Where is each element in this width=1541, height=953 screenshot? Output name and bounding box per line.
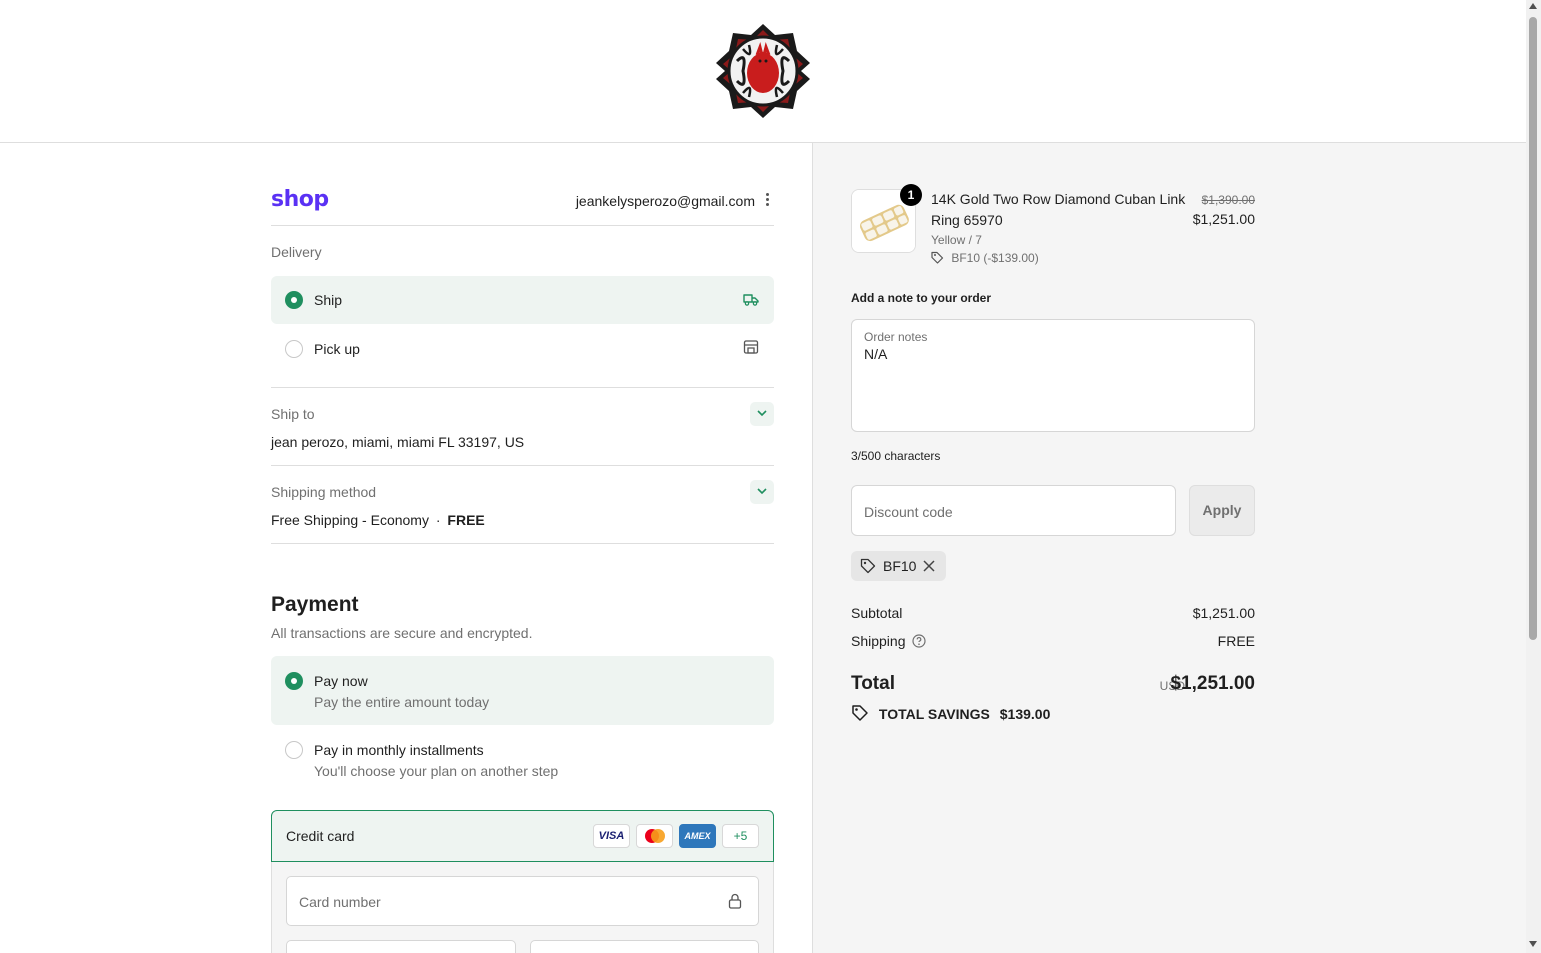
pay-now-radio[interactable] bbox=[285, 672, 303, 690]
product-discount: BF10 (-$139.00) bbox=[931, 251, 1039, 265]
pay-now-description: Pay the entire amount today bbox=[314, 694, 490, 710]
tag-icon bbox=[931, 251, 944, 264]
account-email: jeankelysperozo@gmail.com bbox=[575, 193, 755, 209]
total-savings-label: TOTAL SAVINGS bbox=[878, 706, 990, 722]
quantity-badge: 1 bbox=[900, 184, 922, 206]
total-savings: TOTAL SAVINGS $139.00 bbox=[851, 704, 1050, 722]
pickup-label: Pick up bbox=[314, 341, 360, 357]
divider bbox=[271, 225, 774, 226]
chevron-down-icon bbox=[757, 410, 767, 417]
installments-description: You'll choose your plan on another step bbox=[314, 763, 559, 779]
lock-icon bbox=[728, 893, 742, 909]
shipping-method-title: Shipping method bbox=[271, 484, 377, 500]
mastercard-icon bbox=[636, 824, 673, 848]
ship-label: Ship bbox=[314, 292, 343, 308]
credit-card-form: Card number bbox=[271, 862, 774, 953]
shipping-method-expand-button[interactable] bbox=[750, 480, 774, 504]
scroll-down-arrow-icon[interactable] bbox=[1529, 941, 1537, 947]
total-savings-value: $139.00 bbox=[999, 706, 1051, 722]
visa-icon: VISA bbox=[593, 824, 630, 848]
ship-to-title: Ship to bbox=[271, 406, 315, 422]
remove-discount-close-icon[interactable] bbox=[922, 559, 936, 573]
payment-option-installments[interactable]: Pay in monthly installments You'll choos… bbox=[271, 725, 774, 787]
ship-to-expand-button[interactable] bbox=[750, 402, 774, 426]
pickup-radio[interactable] bbox=[285, 340, 303, 358]
shipping-value: FREE bbox=[1217, 633, 1255, 649]
header bbox=[0, 0, 1526, 143]
help-icon[interactable] bbox=[912, 634, 926, 648]
brand-emblem-icon[interactable] bbox=[713, 21, 813, 121]
installments-radio[interactable] bbox=[285, 741, 303, 759]
tag-icon bbox=[860, 558, 876, 574]
security-code-field[interactable] bbox=[530, 940, 759, 953]
scroll-up-arrow-icon[interactable] bbox=[1529, 3, 1537, 9]
order-summary-panel bbox=[812, 143, 1526, 953]
scrollbar-thumb[interactable] bbox=[1529, 17, 1537, 640]
product-discount-text: BF10 (-$139.00) bbox=[951, 251, 1039, 265]
expiration-date-field[interactable] bbox=[286, 940, 516, 953]
account-menu-icon[interactable] bbox=[766, 193, 770, 209]
pay-now-label: Pay now bbox=[314, 673, 368, 689]
page-scrollbar[interactable] bbox=[1526, 0, 1541, 953]
divider bbox=[271, 387, 774, 388]
applied-discount-code: BF10 bbox=[883, 558, 917, 574]
shipping-method-separator: · bbox=[435, 512, 441, 528]
product-price: $1,251.00 bbox=[1192, 211, 1255, 227]
delivery-option-pickup[interactable]: Pick up bbox=[271, 324, 774, 372]
product-name: 14K Gold Two Row Diamond Cuban Link Ring… bbox=[931, 191, 1186, 228]
card-number-field[interactable]: Card number bbox=[286, 876, 759, 926]
payment-option-pay-now[interactable]: Pay now Pay the entire amount today bbox=[271, 656, 774, 725]
apply-discount-button[interactable]: Apply bbox=[1189, 485, 1255, 536]
shipping-method-price: FREE bbox=[447, 512, 485, 528]
credit-card-option[interactable]: Credit card VISA AMEX +5 bbox=[271, 810, 774, 862]
discount-code-placeholder: Discount code bbox=[864, 504, 953, 520]
payment-subtitle: All transactions are secure and encrypte… bbox=[271, 625, 533, 641]
order-note-title: Add a note to your order bbox=[851, 291, 992, 305]
product-original-price: $1,390.00 bbox=[1201, 193, 1255, 207]
divider bbox=[271, 543, 774, 544]
shop-pay-logo: shop bbox=[271, 187, 329, 212]
chevron-down-icon bbox=[757, 488, 767, 495]
installments-label: Pay in monthly installments bbox=[314, 742, 484, 758]
total-value: $1,251.00 bbox=[1170, 673, 1255, 694]
order-notes-textarea[interactable]: Order notes N/A bbox=[851, 319, 1255, 432]
ship-radio[interactable] bbox=[285, 291, 303, 309]
amex-icon: AMEX bbox=[679, 824, 716, 848]
savings-tag-icon bbox=[852, 705, 868, 721]
shipping-method-value: Free Shipping - Economy · FREE bbox=[271, 512, 485, 528]
shipping-label: Shipping bbox=[851, 633, 906, 649]
notes-char-count: 3/500 characters bbox=[851, 449, 941, 463]
store-icon bbox=[743, 340, 759, 354]
payment-title: Payment bbox=[271, 593, 359, 616]
checkout-page: shop jeankelysperozo@gmail.com Delivery … bbox=[0, 0, 1541, 953]
divider bbox=[271, 465, 774, 466]
truck-icon bbox=[743, 294, 759, 306]
delivery-title: Delivery bbox=[271, 244, 322, 260]
order-notes-label: Order notes bbox=[864, 330, 928, 344]
discount-code-input[interactable]: Discount code bbox=[851, 485, 1176, 536]
more-cards-badge: +5 bbox=[722, 824, 759, 848]
subtotal-value: $1,251.00 bbox=[1192, 605, 1255, 621]
order-notes-value: N/A bbox=[864, 346, 888, 362]
subtotal-label: Subtotal bbox=[851, 605, 903, 621]
delivery-option-ship[interactable]: Ship bbox=[271, 276, 774, 324]
shipping-method-name: Free Shipping - Economy bbox=[271, 512, 429, 528]
ship-to-address: jean perozo, miami, miami FL 33197, US bbox=[271, 434, 525, 450]
applied-discount-chip: BF10 bbox=[851, 551, 946, 581]
credit-card-label: Credit card bbox=[286, 828, 355, 844]
total-label: Total bbox=[851, 673, 895, 694]
product-variant: Yellow / 7 bbox=[931, 233, 982, 247]
card-number-placeholder: Card number bbox=[299, 894, 381, 910]
